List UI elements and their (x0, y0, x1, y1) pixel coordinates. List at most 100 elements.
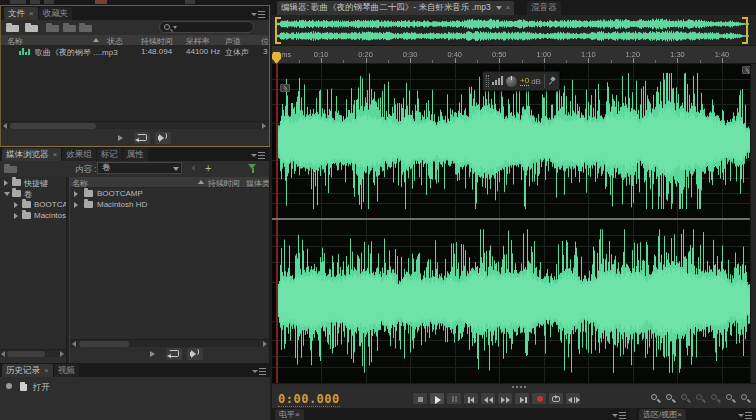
file-row[interactable]: 歌曲《夜的钢琴 ....mp3 1:48.094 44100 Hz 立体声 3 (1, 46, 269, 57)
pin-icon[interactable] (548, 76, 556, 86)
tab-favorites[interactable]: 收藏夹 (39, 7, 73, 20)
files-table-header[interactable]: 名称状态持续时间采样率声道位 (1, 35, 269, 46)
list-view-icon[interactable] (4, 164, 17, 173)
tree-item[interactable]: Macintosh HD (0, 210, 66, 221)
scroll-left-icon[interactable] (71, 341, 78, 347)
gain-knob[interactable] (506, 76, 517, 87)
zoom-in-at-out-point-button[interactable] (695, 393, 706, 404)
media-row[interactable]: Macintosh HD (70, 199, 270, 210)
tab-video[interactable]: 视频 (54, 364, 79, 377)
toolbar-icon[interactable] (30, 0, 40, 4)
zoom-to-selection-button[interactable] (710, 393, 721, 404)
editor-grip-left-icon[interactable] (280, 84, 290, 92)
tab-levels[interactable]: 电平 × (275, 409, 304, 420)
scroll-right-icon[interactable] (261, 123, 268, 129)
waveform-display[interactable]: +0 dB (272, 64, 756, 383)
overview-strip[interactable] (272, 15, 756, 46)
trash-icon[interactable] (79, 23, 86, 32)
panel-menu-icon[interactable] (251, 151, 265, 159)
toolbar-icon[interactable] (95, 0, 107, 4)
expander-icon[interactable] (4, 192, 10, 196)
gain-value[interactable]: +0 (520, 76, 529, 86)
rewind-button[interactable] (480, 392, 496, 405)
tab-markers[interactable]: 标记 (97, 148, 122, 161)
panel-menu-icon[interactable] (251, 10, 265, 18)
tree-item[interactable]: 卷 (0, 188, 66, 199)
tab-history[interactable]: 历史记录 × (2, 364, 53, 377)
time-display[interactable]: 0:00.000 (278, 392, 340, 407)
tab-mixer[interactable]: 混音器 (527, 1, 561, 15)
record-button[interactable] (531, 392, 547, 405)
expander-icon[interactable] (4, 180, 8, 186)
scrollbar-handle[interactable] (79, 341, 129, 347)
overview-left-handle[interactable] (275, 17, 281, 44)
toolbar-icon[interactable] (185, 0, 195, 4)
zoom-out-horizontal-button[interactable] (665, 393, 676, 404)
scroll-left-icon[interactable] (2, 123, 9, 129)
loop-button[interactable] (548, 392, 564, 405)
expander-icon[interactable] (74, 191, 78, 197)
preview-play-button[interactable] (113, 132, 129, 144)
playhead-marker[interactable] (272, 52, 281, 64)
scroll-right-icon[interactable] (59, 351, 66, 357)
timeline-ruler[interactable]: hms 0:100:200:300:400:501:001:101:201:30… (272, 46, 756, 64)
preview-volume-button[interactable] (187, 348, 203, 360)
import-file-icon[interactable] (25, 23, 38, 32)
preview-play-button[interactable] (145, 348, 161, 360)
toolbar-icon[interactable] (44, 0, 54, 4)
tree-item[interactable]: BOOTCAMP (0, 199, 66, 210)
scrollbar-handle[interactable] (10, 123, 96, 129)
hud-grip-icon[interactable] (486, 75, 489, 87)
channel-divider[interactable] (272, 218, 756, 220)
overview-right-handle[interactable] (742, 17, 748, 44)
close-icon[interactable]: × (53, 151, 58, 159)
tab-effects-rack[interactable]: 效果组 (62, 148, 96, 161)
expander-icon[interactable] (14, 202, 18, 208)
zoom-in-horizontal-button[interactable] (650, 393, 661, 404)
zoom-vertical-in-button[interactable] (725, 393, 736, 404)
content-dropdown[interactable]: 卷 (97, 162, 182, 174)
stop-button[interactable] (412, 392, 428, 405)
skip-start-button[interactable] (463, 392, 479, 405)
expander-icon[interactable] (74, 202, 78, 208)
search-input[interactable] (159, 21, 254, 33)
pause-button[interactable] (446, 392, 462, 405)
panel-menu-icon[interactable] (738, 411, 752, 419)
expander-icon[interactable] (14, 213, 18, 219)
tab-files[interactable]: 文件 × (4, 7, 38, 20)
skip-end-button[interactable] (514, 392, 530, 405)
tab-editor[interactable]: 编辑器: 歌曲《夜的钢琴曲二十四》- 来自虾米音乐 .mp3 × (277, 1, 514, 15)
skip-selection-button[interactable] (565, 392, 581, 405)
scrollbar-handle[interactable] (7, 351, 45, 357)
play-button[interactable] (429, 392, 445, 405)
media-table-hscrollbar[interactable] (70, 339, 270, 347)
tab-selection-view[interactable]: 选区/视图 × (639, 409, 686, 420)
editor-hscrollbar[interactable] (272, 383, 756, 390)
media-tree-hscrollbar[interactable] (0, 349, 66, 357)
close-icon[interactable]: × (44, 367, 49, 375)
close-icon[interactable]: × (295, 410, 300, 419)
tree-item[interactable]: 快捷键 (0, 177, 66, 188)
insert-cd-icon[interactable] (63, 23, 71, 32)
toolbar-icon[interactable] (10, 0, 26, 4)
scroll-right-icon[interactable] (262, 341, 269, 347)
zoom-vertical-out-button[interactable] (740, 393, 751, 404)
tab-properties[interactable]: 属性 (123, 148, 148, 161)
preview-volume-button[interactable] (155, 132, 171, 144)
filter-icon[interactable] (248, 164, 257, 173)
fast-forward-button[interactable] (497, 392, 513, 405)
preview-loop-button[interactable] (134, 132, 150, 144)
scroll-left-icon[interactable] (0, 351, 7, 357)
panel-menu-icon[interactable] (252, 367, 266, 375)
scrollbar-grip[interactable] (512, 386, 528, 388)
tab-media-browser[interactable]: 媒体浏览器 × (2, 148, 61, 161)
close-icon[interactable]: × (506, 4, 511, 12)
files-hscrollbar[interactable] (1, 121, 269, 129)
media-table-header[interactable]: 名称持续时间媒体类型 (70, 177, 270, 188)
preview-loop-button[interactable] (166, 348, 182, 360)
panel-menu-icon[interactable] (612, 411, 626, 419)
open-file-icon[interactable] (6, 23, 19, 32)
add-shortcut-icon[interactable]: + (205, 162, 211, 174)
close-icon[interactable]: × (677, 410, 682, 419)
history-item-open[interactable]: 打开 (0, 381, 270, 393)
